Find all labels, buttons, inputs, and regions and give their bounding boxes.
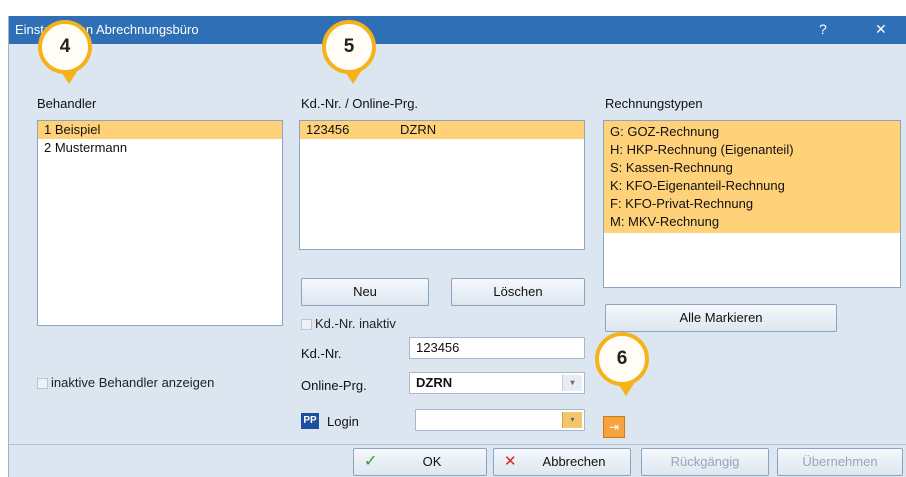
title-bar: Einstellungen Abrechnungsbüro ? ✕ <box>9 16 906 44</box>
behandler-list[interactable]: 1 Beispiel 2 Mustermann <box>37 120 283 326</box>
behandler-label: Behandler <box>37 96 97 111</box>
list-item[interactable]: H: HKP-Rechnung (Eigenanteil) <box>604 141 900 159</box>
help-button[interactable]: ? <box>819 21 827 37</box>
kdnr-field[interactable]: 123456 <box>409 337 585 359</box>
list-item[interactable]: 1 Beispiel <box>38 121 282 139</box>
callout-tail <box>60 70 78 84</box>
chevron-down-icon[interactable]: ▾ <box>562 375 582 391</box>
cancel-button[interactable]: ✕ Abbrechen <box>493 448 631 476</box>
list-item[interactable]: S: Kassen-Rechnung <box>604 159 900 177</box>
chevron-down-icon[interactable]: ▾ <box>562 412 582 428</box>
kdnr-list-label: Kd.-Nr. / Online-Prg. <box>301 96 419 111</box>
callout-tail <box>617 382 635 396</box>
cancel-label: Abbrechen <box>542 454 606 469</box>
show-inactive-checkbox[interactable] <box>37 378 48 389</box>
new-button[interactable]: Neu <box>301 278 429 306</box>
online-prg-select[interactable]: DZRN ▾ <box>409 372 585 394</box>
list-item[interactable]: M: MKV-Rechnung <box>604 213 900 231</box>
list-item[interactable]: 2 Mustermann <box>38 139 282 157</box>
login-badge-icon: PP <box>301 413 319 429</box>
mark-all-button[interactable]: Alle Markieren <box>605 304 837 332</box>
list-item[interactable]: G: GOZ-Rechnung <box>604 123 900 141</box>
kdnr-inactive-checkbox[interactable] <box>301 319 312 330</box>
selected-items-group: G: GOZ-Rechnung H: HKP-Rechnung (Eigenan… <box>604 121 900 233</box>
callout-5: 5 <box>322 20 376 84</box>
rechnungstypen-list[interactable]: G: GOZ-Rechnung H: HKP-Rechnung (Eigenan… <box>603 120 901 288</box>
rechnungstypen-label: Rechnungstypen <box>605 96 703 111</box>
login-label: Login <box>327 414 359 429</box>
table-row[interactable]: 123456 DZRN <box>300 121 584 139</box>
insert-list-icon[interactable]: ⇥ <box>603 416 625 438</box>
callout-4-number: 4 <box>59 36 71 57</box>
online-prg-value: DZRN <box>416 375 453 390</box>
delete-button[interactable]: Löschen <box>451 278 585 306</box>
kdnr-field-label: Kd.-Nr. <box>301 346 342 361</box>
callout-6-number: 6 <box>616 348 628 369</box>
callout-tail <box>344 70 362 84</box>
undo-button[interactable]: Rückgängig <box>641 448 769 476</box>
callout-4: 4 <box>38 20 92 84</box>
callout-6: 6 <box>595 332 649 396</box>
kdnr-inactive-label: Kd.-Nr. inaktiv <box>315 316 396 331</box>
cancel-x-icon: ✕ <box>504 453 517 470</box>
list-item[interactable]: F: KFO-Privat-Rechnung <box>604 195 900 213</box>
callout-5-number: 5 <box>343 36 355 57</box>
apply-button[interactable]: Übernehmen <box>777 448 903 476</box>
online-prg-cell: DZRN <box>400 122 437 137</box>
online-prg-label: Online-Prg. <box>301 378 367 393</box>
kdnr-cell: 123456 <box>306 122 350 137</box>
ok-button[interactable]: ✓ OK <box>353 448 487 476</box>
close-button[interactable]: ✕ <box>875 21 887 38</box>
dialog-window: Einstellungen Abrechnungsbüro ? ✕ Behand… <box>8 16 906 477</box>
checkmark-icon: ✓ <box>364 453 378 470</box>
kdnr-list[interactable]: 123456 DZRN <box>299 120 585 250</box>
show-inactive-label: inaktive Behandler anzeigen <box>51 375 215 390</box>
login-select[interactable]: ▾ <box>415 409 585 431</box>
list-item[interactable]: K: KFO-Eigenanteil-Rechnung <box>604 177 900 195</box>
footer-bar: ✓ OK ✕ Abbrechen Rückgängig Übernehmen <box>9 444 906 477</box>
ok-label: OK <box>422 454 442 469</box>
